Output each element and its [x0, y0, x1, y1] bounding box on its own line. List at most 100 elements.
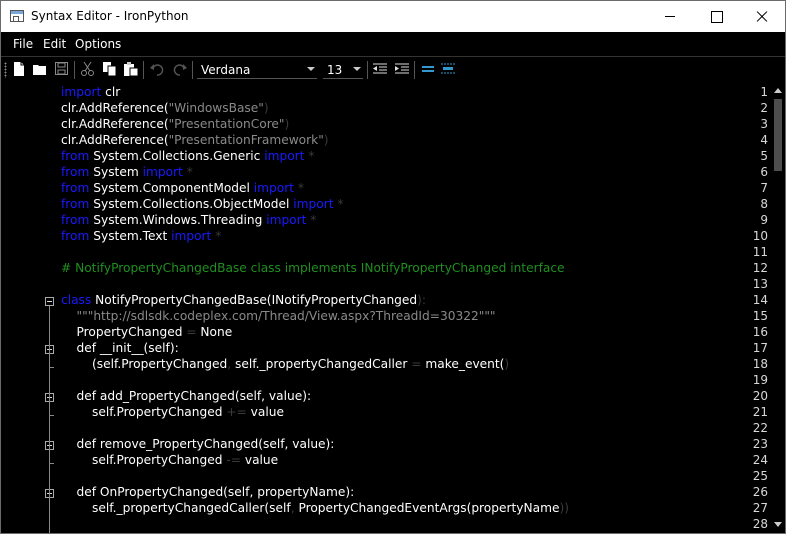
code-line: def OnPropertyChanged(self, propertyName… — [61, 485, 354, 499]
toolbar-separator — [192, 61, 193, 79]
redo-icon[interactable] — [171, 60, 189, 79]
toolbar-separator — [143, 61, 144, 79]
code-line: # NotifyPropertyChangedBase class implem… — [61, 261, 565, 275]
font-size-select[interactable]: 13 — [323, 61, 363, 79]
code-token: self.PropertyChanged — [61, 453, 227, 467]
code-token: PropertyChanged — [61, 325, 187, 339]
line-number: 15 — [752, 309, 768, 323]
code-line: clr.AddReference("PresentationFramework"… — [61, 133, 329, 147]
code-token: NotifyPropertyChangedBase(INotifyPropert… — [91, 293, 418, 307]
code-line: clr.AddReference("WindowsBase") — [61, 101, 269, 115]
string-token: "WindowsBase" — [168, 101, 264, 115]
code-line: from System.Windows.Threading import * — [61, 213, 316, 227]
code-line: from System.Text import * — [61, 229, 221, 243]
code-line: import clr — [61, 85, 120, 99]
code-token: clr.AddReference( — [61, 133, 169, 147]
font-size-value: 13 — [327, 63, 343, 77]
keyword-token: from — [61, 181, 90, 195]
menu-edit[interactable]: Edit — [43, 37, 66, 51]
code-token: System.Windows.Threading — [89, 213, 267, 227]
paste-icon[interactable] — [122, 60, 140, 79]
code-line: clr.AddReference("PresentationCore") — [61, 117, 289, 131]
code-token: def add_PropertyChanged(self, value): — [61, 389, 312, 403]
code-token: System.Collections.ObjectModel — [89, 197, 294, 211]
line-number: 19 — [752, 373, 768, 387]
code-token: self.PropertyChanged — [61, 405, 227, 419]
scroll-down-arrow-icon[interactable] — [774, 522, 782, 527]
close-button[interactable] — [739, 1, 785, 32]
cut-icon[interactable] — [79, 60, 97, 79]
fold-end-marker — [49, 367, 54, 368]
keyword-token: from — [61, 213, 90, 227]
code-token: System.Collections.Generic — [89, 149, 265, 163]
code-editor[interactable]: 1 2 3 4 5 6 7 8 9 10 11 12 13 14 15 16 17 18 19 20 21 22 23 24 2… — [1, 82, 771, 533]
code-token: = — [411, 357, 422, 371]
toolbar-separator — [367, 61, 368, 79]
line-number: 17 — [752, 341, 768, 355]
save-icon[interactable] — [53, 60, 71, 79]
line-number: 26 — [752, 485, 768, 499]
copy-icon[interactable] — [101, 60, 119, 79]
menu-file[interactable]: File — [13, 37, 33, 51]
new-file-icon[interactable] — [11, 60, 29, 79]
undo-icon[interactable] — [148, 60, 166, 79]
code-token: -= — [226, 453, 241, 467]
line-number: 11 — [752, 245, 768, 259]
line-number: 7 — [760, 181, 768, 195]
indent-icon[interactable] — [393, 60, 411, 79]
minimize-button[interactable] — [647, 1, 693, 32]
title-bar[interactable]: Syntax Editor - IronPython — [1, 1, 785, 32]
fold-toggle-icon[interactable] — [45, 297, 54, 306]
comment-lines-icon[interactable] — [419, 60, 437, 79]
line-number: 23 — [752, 437, 768, 451]
line-number: 16 — [752, 325, 768, 339]
font-family-select[interactable]: Verdana — [197, 61, 317, 79]
uncomment-lines-icon[interactable] — [439, 60, 457, 79]
code-token: System.ComponentModel — [89, 181, 254, 195]
toolbar-grip[interactable] — [4, 62, 7, 78]
code-token: System — [89, 165, 143, 179]
code-token: System.Text — [89, 229, 172, 243]
code-token: clr — [101, 85, 121, 99]
code-token: ) — [323, 133, 329, 147]
line-number: 28 — [752, 517, 768, 531]
line-number: 6 — [760, 165, 768, 179]
keyword-token: import — [266, 213, 307, 227]
code-line: def __init__(self): — [61, 341, 178, 355]
code-token: clr.AddReference( — [61, 117, 169, 131]
keyword-token: from — [61, 165, 90, 179]
maximize-button[interactable] — [693, 1, 739, 32]
code-token: PropertyChangedEventArgs(propertyName — [294, 501, 560, 515]
scroll-up-arrow-icon[interactable] — [774, 88, 782, 93]
code-token: clr.AddReference( — [61, 101, 169, 115]
vertical-scrollbar[interactable] — [771, 82, 785, 533]
keyword-token: import — [253, 181, 295, 195]
code-line: self._propertyChangedCaller(self, Proper… — [61, 501, 569, 515]
code-line: self.PropertyChanged += value — [61, 405, 284, 419]
outdent-icon[interactable] — [371, 60, 389, 79]
code-line: """http://sdlsdk.codeplex.com/Thread/Vie… — [61, 309, 496, 323]
line-number: 3 — [760, 117, 768, 131]
line-number: 20 — [752, 389, 768, 403]
code-token: def remove_PropertyChanged(self, value): — [61, 437, 335, 451]
string-token: """http://sdlsdk.codeplex.com/Thread/Vie… — [76, 309, 496, 323]
menu-options[interactable]: Options — [75, 37, 121, 51]
code-line: def add_PropertyChanged(self, value): — [61, 389, 311, 403]
scrollbar-thumb[interactable] — [774, 99, 782, 171]
code-token: value — [246, 405, 284, 419]
line-number: 18 — [752, 357, 768, 371]
open-folder-icon[interactable] — [31, 60, 49, 79]
code-token: ) — [284, 117, 290, 131]
code-token: * — [304, 149, 315, 163]
fold-guide — [49, 306, 50, 533]
line-number: 22 — [752, 421, 768, 435]
code-line: class NotifyPropertyChangedBase(INotifyP… — [61, 293, 426, 307]
code-line: from System.Collections.ObjectModel impo… — [61, 197, 343, 211]
line-number: 8 — [760, 197, 768, 211]
line-number: 10 — [752, 229, 768, 243]
code-token: (self.PropertyChanged — [61, 357, 228, 371]
line-number: 14 — [752, 293, 768, 307]
code-token: self._propertyChangedCaller(self — [61, 501, 291, 515]
code-token: def OnPropertyChanged(self, propertyName… — [61, 485, 355, 499]
code-line: PropertyChanged = None — [61, 325, 232, 339]
